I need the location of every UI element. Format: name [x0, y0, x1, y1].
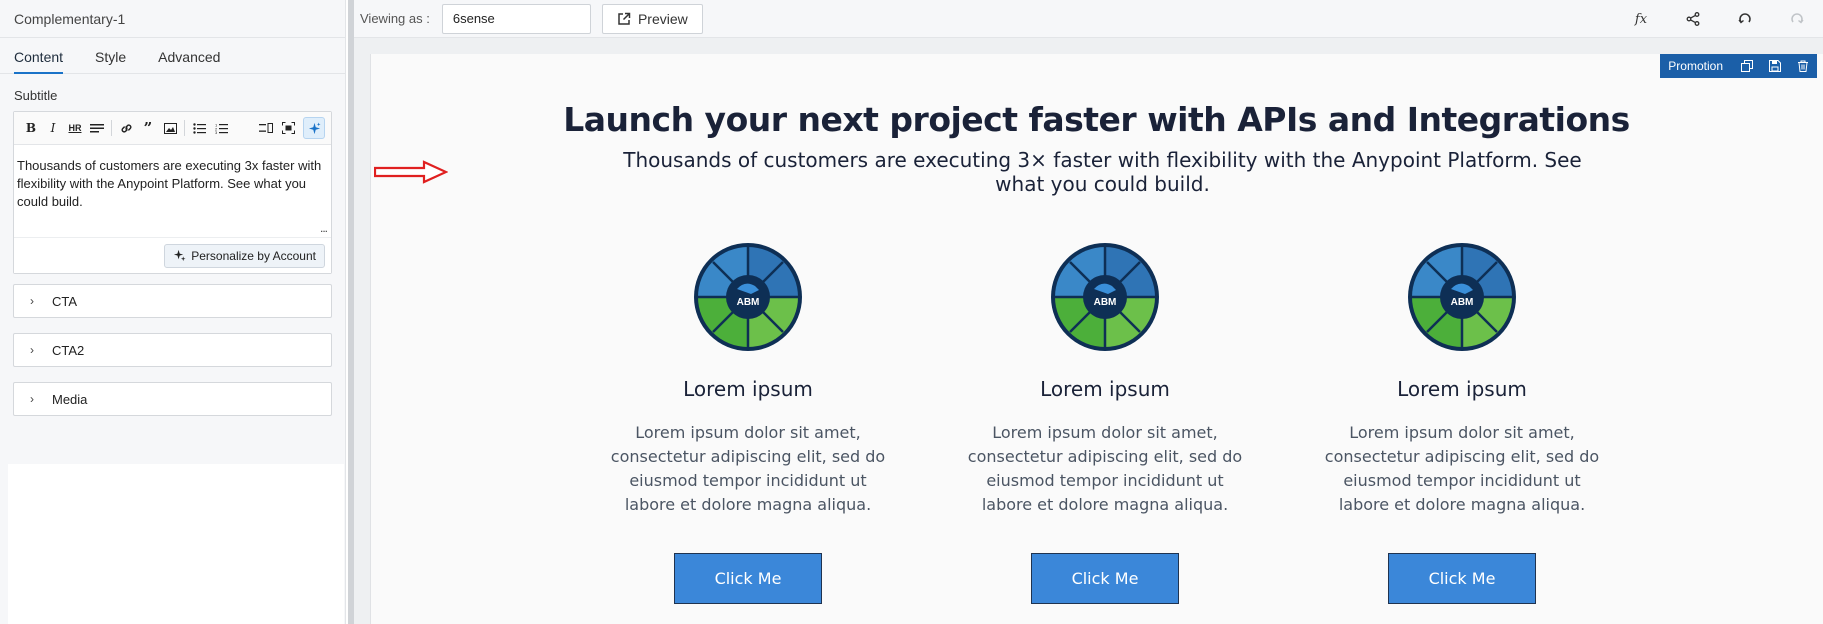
- page-heading: Launch your next project faster with API…: [563, 100, 1630, 139]
- undo-icon[interactable]: [1719, 0, 1771, 38]
- chevron-right-icon: ›: [30, 294, 34, 308]
- delete-icon[interactable]: [1789, 54, 1817, 78]
- accordion-label: CTA2: [52, 342, 85, 358]
- abm-cycle-image: ABM: [694, 243, 802, 351]
- abm-label: ABM: [1451, 297, 1474, 308]
- editor-toolbar: B I HR ” 123: [14, 112, 331, 145]
- redo-icon[interactable]: [1771, 0, 1823, 38]
- source-icon[interactable]: [255, 117, 277, 139]
- save-icon[interactable]: [1761, 54, 1789, 78]
- more-icon[interactable]: ...: [320, 219, 328, 237]
- accordion-label: CTA: [52, 293, 78, 309]
- accordion-label: Media: [52, 391, 88, 407]
- subtitle-editor: B I HR ” 123 Thousands of customers are …: [13, 111, 332, 274]
- card-text: Lorem ipsum dolor sit amet, consectetur …: [1324, 423, 1600, 514]
- panel-empty-area: [8, 464, 344, 624]
- personalize-by-account-button[interactable]: Personalize by Account: [164, 243, 325, 268]
- abm-cycle-image: ABM: [1051, 243, 1159, 351]
- image-icon[interactable]: [159, 117, 181, 139]
- abm-cycle-image: ABM: [1408, 243, 1516, 351]
- duplicate-icon[interactable]: [1733, 54, 1761, 78]
- top-actions: fx: [1615, 0, 1823, 38]
- toolbar-divider: [111, 120, 112, 136]
- tab-content[interactable]: Content: [14, 38, 64, 74]
- card-text: Lorem ipsum dolor sit amet, consectetur …: [967, 423, 1243, 514]
- fullscreen-icon[interactable]: [277, 117, 299, 139]
- heading-icon[interactable]: HR: [64, 117, 86, 139]
- editor-footer: Personalize by Account: [14, 237, 331, 273]
- click-me-button[interactable]: Click Me: [674, 553, 822, 604]
- external-link-icon: [618, 12, 631, 25]
- card-title: Lorem ipsum: [683, 377, 813, 401]
- panel-tabs: Content Style Advanced: [0, 38, 345, 74]
- accordion-media[interactable]: › Media: [13, 382, 332, 416]
- svg-text:3: 3: [215, 130, 218, 134]
- abm-label: ABM: [1094, 297, 1117, 308]
- promotion-label[interactable]: Promotion: [1660, 59, 1733, 73]
- heading-alt-icon[interactable]: [86, 117, 108, 139]
- viewing-as-input[interactable]: [441, 3, 591, 34]
- card-text: Lorem ipsum dolor sit amet, consectetur …: [610, 423, 886, 514]
- personalize-label: Personalize by Account: [191, 248, 316, 263]
- quote-icon[interactable]: ”: [137, 117, 159, 139]
- click-me-button[interactable]: Click Me: [1388, 553, 1536, 604]
- red-arrow-icon: [374, 160, 448, 184]
- promotion-toolbar: Promotion: [1660, 54, 1817, 78]
- subtitle-label: Subtitle: [14, 88, 58, 103]
- chevron-right-icon: ›: [30, 392, 34, 406]
- sparkle-icon: [174, 249, 186, 262]
- tab-advanced[interactable]: Advanced: [158, 38, 220, 74]
- share-icon[interactable]: [1667, 0, 1719, 38]
- feature-card: ABM Lorem ipsum Lorem ipsum dolor sit am…: [960, 242, 1250, 604]
- click-me-button[interactable]: Click Me: [1031, 553, 1179, 604]
- accordion-cta2[interactable]: › CTA2: [13, 333, 332, 367]
- chevron-right-icon: ›: [30, 343, 34, 357]
- abm-label: ABM: [737, 297, 760, 308]
- numbered-list-icon[interactable]: 123: [210, 117, 232, 139]
- link-icon[interactable]: [115, 117, 137, 139]
- card-title: Lorem ipsum: [1040, 377, 1170, 401]
- preview-button[interactable]: Preview: [601, 3, 703, 34]
- ai-sparkle-icon[interactable]: [303, 117, 325, 139]
- accordion-cta[interactable]: › CTA: [13, 284, 332, 318]
- viewing-as-label: Viewing as :: [360, 11, 430, 26]
- preview-label: Preview: [637, 10, 688, 27]
- subtitle-textarea[interactable]: Thousands of customers are executing 3x …: [14, 145, 331, 237]
- fx-icon[interactable]: fx: [1615, 0, 1667, 38]
- feature-card: ABM Lorem ipsum Lorem ipsum dolor sit am…: [603, 242, 893, 604]
- panel-title: Complementary-1: [0, 0, 345, 38]
- feature-card: ABM Lorem ipsum Lorem ipsum dolor sit am…: [1317, 242, 1607, 604]
- properties-panel: Complementary-1 Content Style Advanced S…: [0, 0, 346, 624]
- bold-icon[interactable]: B: [20, 117, 42, 139]
- top-toolbar: Viewing as : Preview fx: [354, 0, 1823, 38]
- toolbar-divider: [184, 120, 185, 136]
- bullet-list-icon[interactable]: [188, 117, 210, 139]
- tab-style[interactable]: Style: [95, 38, 126, 74]
- italic-icon[interactable]: I: [42, 117, 64, 139]
- page-subtitle[interactable]: Thousands of customers are executing 3× …: [600, 148, 1605, 196]
- card-title: Lorem ipsum: [1397, 377, 1527, 401]
- subtitle-text: Thousands of customers are executing 3x …: [17, 158, 322, 209]
